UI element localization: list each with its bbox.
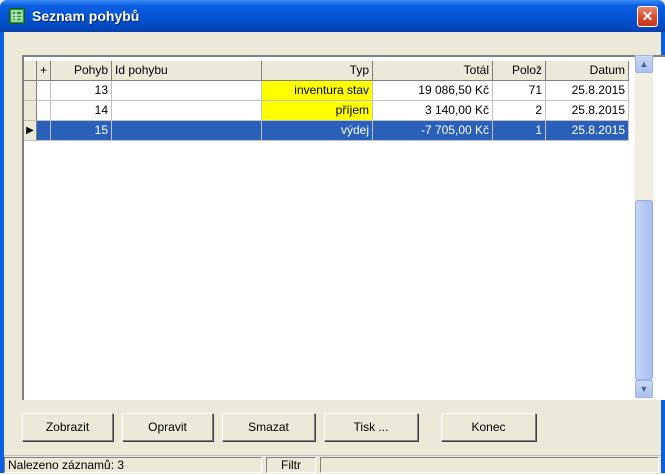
row-indicator <box>24 81 37 101</box>
column-header-poloz[interactable]: Polož <box>493 61 546 81</box>
expand-cell <box>37 121 51 141</box>
title-bar[interactable]: Seznam pohybů ✕ <box>0 0 665 32</box>
grid-vertical-scrollbar[interactable]: ▲ ▼ <box>635 55 653 398</box>
cell-id-pohybu <box>112 101 262 121</box>
smazat-button[interactable]: Smazat <box>222 413 315 441</box>
column-header-expand[interactable]: + <box>37 61 51 81</box>
column-header-total[interactable]: Totál <box>373 61 493 81</box>
opravit-button[interactable]: Opravit <box>122 413 213 441</box>
cell-typ: výdej <box>262 121 373 141</box>
cell-datum: 25.8.2015 <box>546 101 629 121</box>
cell-id-pohybu <box>112 121 262 141</box>
window-frame-left <box>0 32 4 473</box>
cell-typ: inventura stav <box>262 81 373 101</box>
column-header-datum[interactable]: Datum <box>546 61 629 81</box>
cell-datum: 25.8.2015 <box>546 121 629 141</box>
cell-pohyb: 14 <box>51 101 112 121</box>
scroll-down-icon[interactable]: ▼ <box>635 380 653 398</box>
zobrazit-button[interactable]: Zobrazit <box>22 413 113 441</box>
row-indicator <box>24 101 37 121</box>
cell-pohyb: 15 <box>51 121 112 141</box>
cell-total: -7 705,00 Kč <box>373 121 493 141</box>
window-title: Seznam pohybů <box>32 8 140 24</box>
cell-id-pohybu <box>112 81 262 101</box>
status-bar: Nalezeno záznamů: 3 Filtr <box>4 455 661 474</box>
row-indicator-header <box>24 61 37 81</box>
scrollbar-thumb[interactable] <box>635 200 653 380</box>
expand-cell <box>37 101 51 121</box>
cell-poloz: 2 <box>493 101 546 121</box>
current-row-arrow-icon: ▶ <box>24 121 37 141</box>
status-panel-empty <box>320 457 659 473</box>
cell-poloz: 71 <box>493 81 546 101</box>
expand-cell <box>37 81 51 101</box>
column-header-typ[interactable]: Typ <box>262 61 373 81</box>
konec-button[interactable]: Konec <box>441 413 536 441</box>
filter-indicator[interactable]: Filtr <box>266 457 316 473</box>
tisk-button[interactable]: Tisk ... <box>324 413 418 441</box>
table-icon <box>9 8 25 24</box>
cell-total: 19 086,50 Kč <box>373 81 493 101</box>
record-count-text: Nalezeno záznamů: 3 <box>4 457 262 473</box>
cell-total: 3 140,00 Kč <box>373 101 493 121</box>
column-header-pohyb[interactable]: Pohyb <box>51 61 112 81</box>
cell-datum: 25.8.2015 <box>546 81 629 101</box>
cell-poloz: 1 <box>493 121 546 141</box>
cell-pohyb: 13 <box>51 81 112 101</box>
scroll-up-icon[interactable]: ▲ <box>635 55 653 73</box>
close-button[interactable]: ✕ <box>637 6 658 27</box>
cell-typ: příjem <box>262 101 373 121</box>
column-header-id-pohybu[interactable]: Id pohybu <box>112 61 262 81</box>
movements-grid[interactable]: + Pohyb Id pohybu Typ Totál Polož Datum … <box>22 55 665 400</box>
